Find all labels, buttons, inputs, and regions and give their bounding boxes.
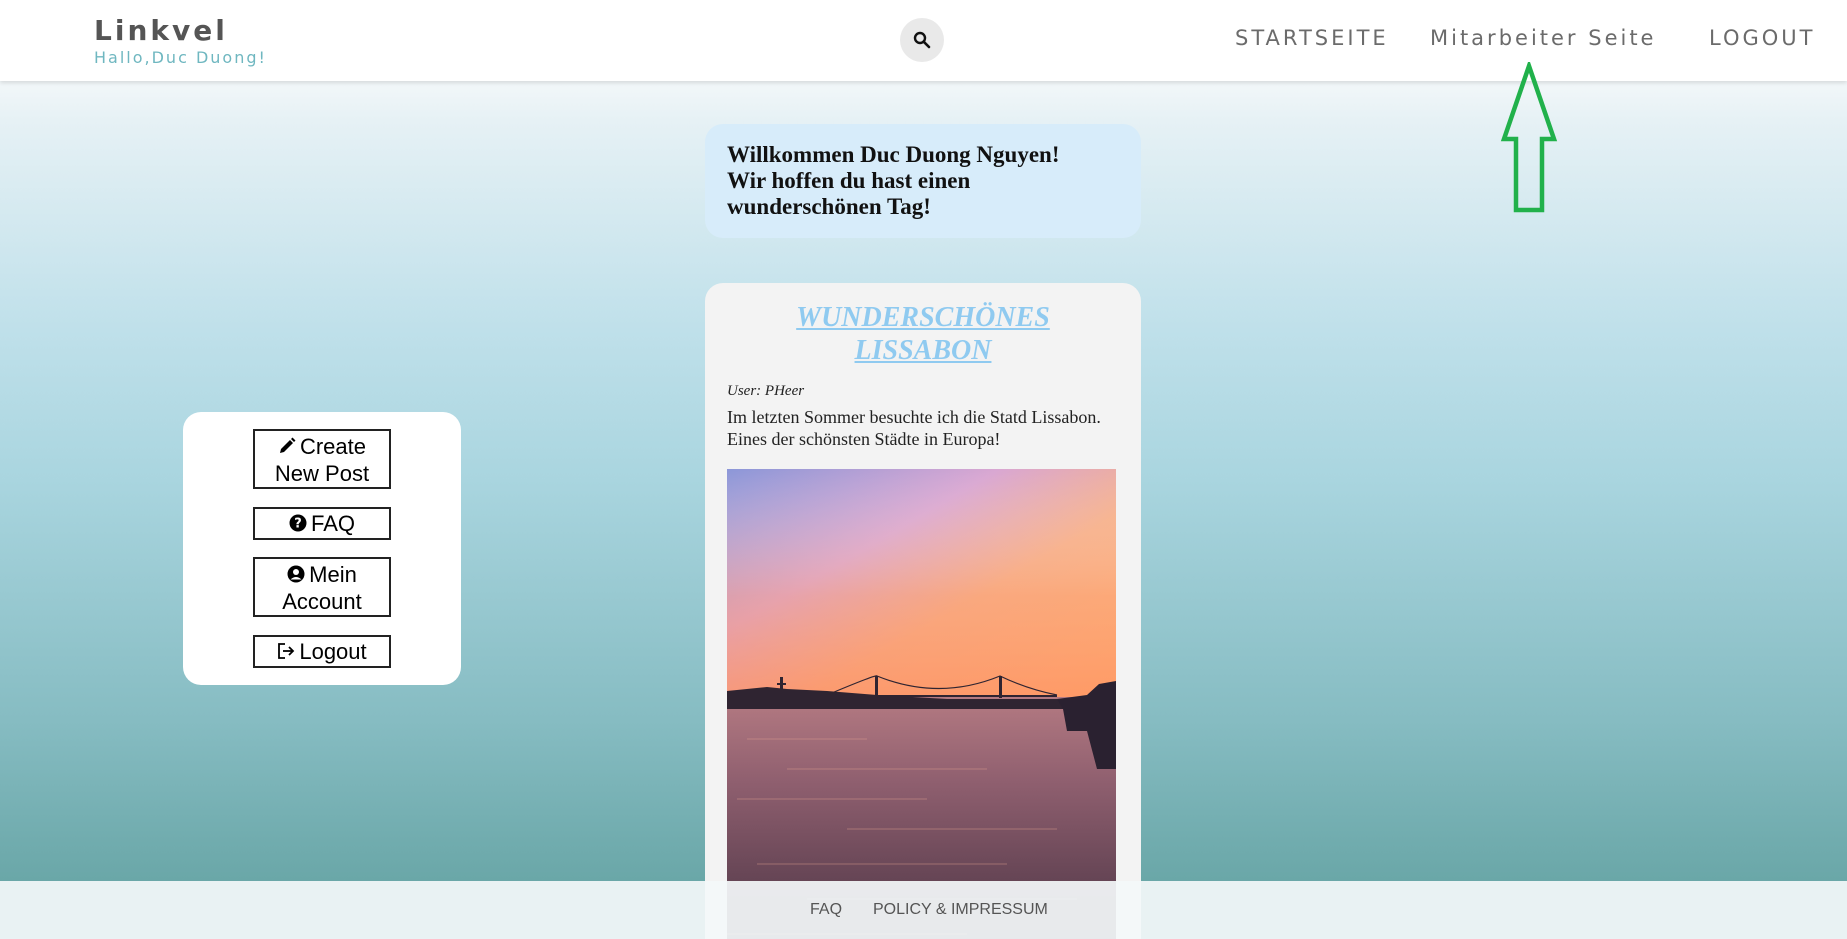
- top-header: Linkvel Hallo,Duc Duong! STARTSEITE Mita…: [0, 0, 1847, 81]
- svg-text:?: ?: [294, 517, 302, 532]
- brand[interactable]: Linkvel Hallo,Duc Duong!: [94, 14, 267, 67]
- nav-startseite[interactable]: STARTSEITE: [1235, 26, 1389, 50]
- nav-logout[interactable]: LOGOUT: [1709, 26, 1815, 50]
- footer-faq-link[interactable]: FAQ: [810, 901, 842, 919]
- post-title-line-2[interactable]: LISSABON: [705, 334, 1141, 367]
- footer: FAQ POLICY & IMPRESSUM: [0, 881, 1847, 939]
- mein-account-button[interactable]: Mein Account: [253, 557, 391, 617]
- post-author: User: PHeer: [727, 383, 805, 399]
- question-circle-icon: ?: [289, 512, 307, 538]
- account-label-1: Mein: [309, 562, 357, 587]
- post-image-lisbon-sunset: [727, 469, 1116, 939]
- nav-mitarbeiter-seite[interactable]: Mitarbeiter Seite: [1430, 26, 1656, 50]
- brand-greeting: Hallo,Duc Duong!: [94, 48, 267, 67]
- create-new-post-button[interactable]: Create New Post: [253, 429, 391, 489]
- search-icon: [913, 31, 931, 49]
- annotation-arrow-icon: [1500, 62, 1558, 213]
- account-label-2: Account: [282, 589, 362, 614]
- logout-button[interactable]: Logout: [253, 635, 391, 668]
- user-circle-icon: [287, 563, 305, 589]
- faq-label: FAQ: [310, 511, 355, 536]
- post-card: WUNDERSCHÖNES LISSABON User: PHeer Im le…: [705, 283, 1141, 939]
- pencil-icon: [278, 435, 296, 461]
- faq-button[interactable]: ? FAQ: [253, 507, 391, 540]
- search-button[interactable]: [900, 18, 944, 62]
- create-label-2: New Post: [274, 461, 370, 486]
- welcome-line-2: Wir hoffen du hast einen: [727, 168, 971, 193]
- logout-label: Logout: [299, 639, 367, 664]
- welcome-message: Willkommen Duc Duong Nguyen! Wir hoffen …: [705, 124, 1141, 238]
- post-title-link[interactable]: WUNDERSCHÖNES LISSABON: [705, 301, 1141, 367]
- sunset-image: [727, 469, 1116, 939]
- create-label-1: Create: [299, 434, 367, 459]
- welcome-line-3: wunderschönen Tag!: [727, 194, 931, 219]
- sidebar-menu: Create New Post ? FAQ Mein Account Logou…: [183, 412, 461, 685]
- footer-policy-link[interactable]: POLICY & IMPRESSUM: [873, 901, 1048, 919]
- post-title-line-1[interactable]: WUNDERSCHÖNES: [705, 301, 1141, 334]
- sign-out-icon: [277, 640, 295, 666]
- post-body: Im letzten Sommer besuchte ich die Statd…: [727, 407, 1101, 449]
- welcome-line-1: Willkommen Duc Duong Nguyen!: [727, 142, 1060, 167]
- brand-title[interactable]: Linkvel: [94, 14, 267, 47]
